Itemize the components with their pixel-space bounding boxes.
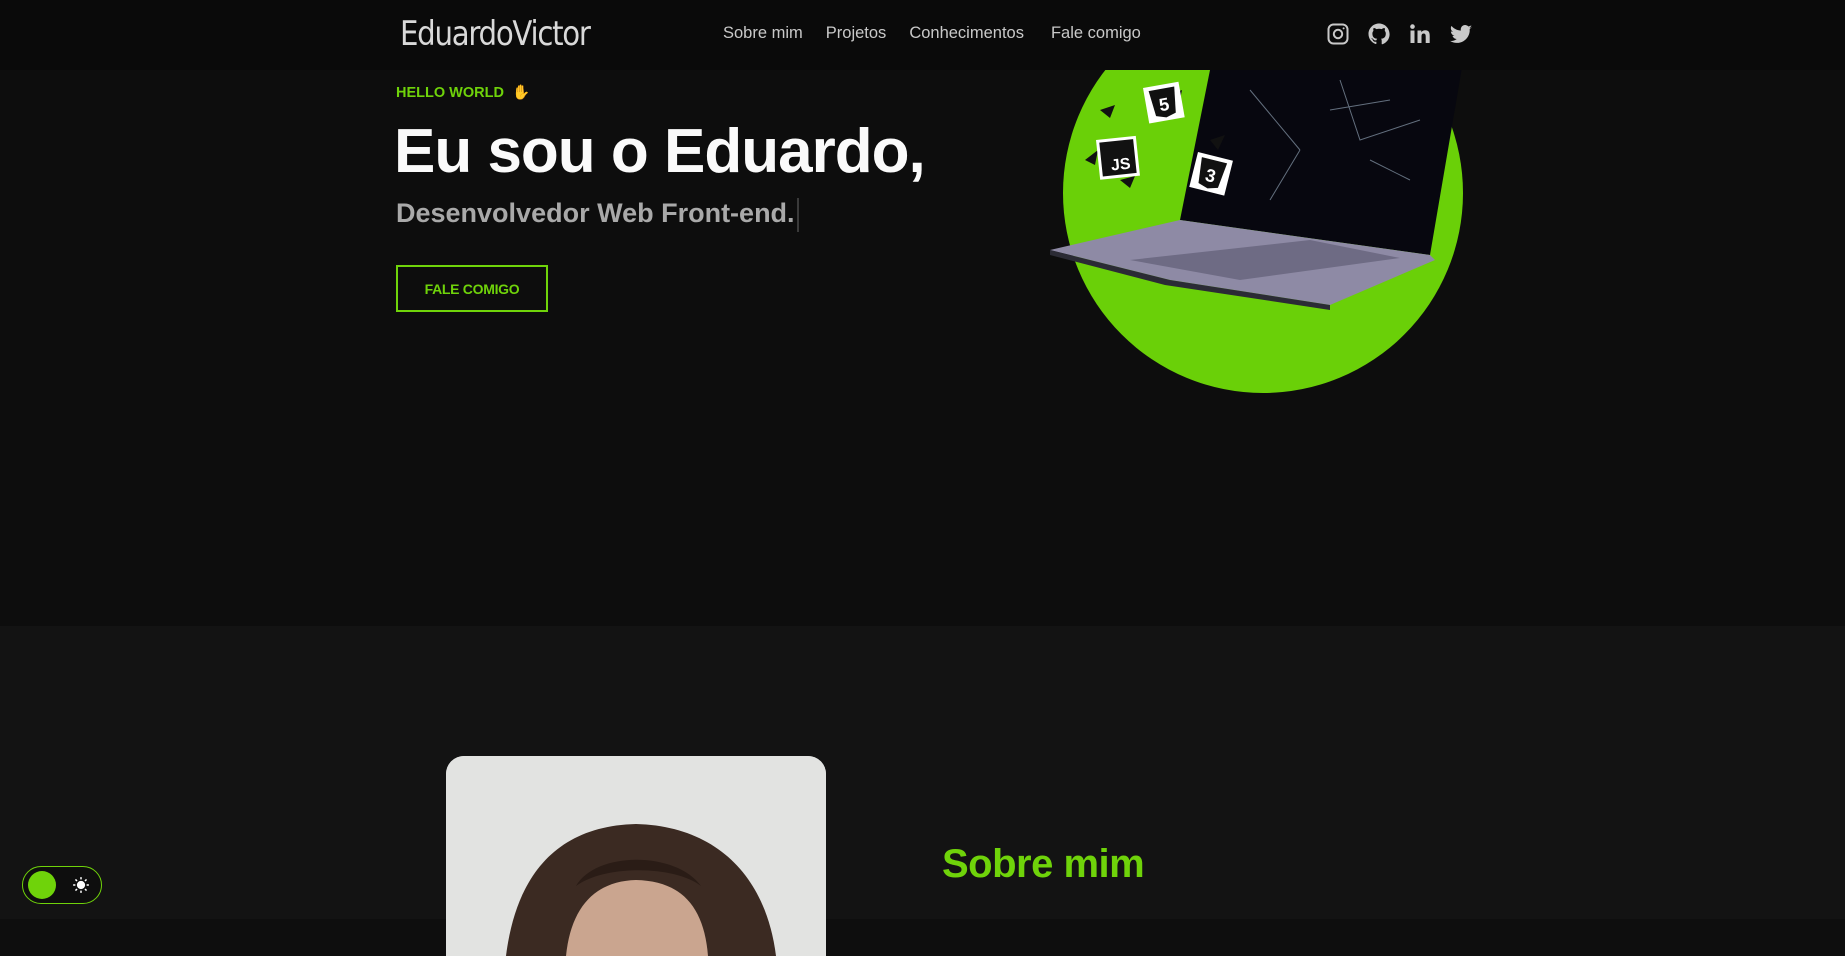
hand-emoji: ✋ xyxy=(511,85,531,101)
nav-link-projetos[interactable]: Projetos xyxy=(826,24,887,43)
contact-cta-button[interactable]: FALE COMIGO xyxy=(396,265,548,312)
javascript-badge: JS xyxy=(1096,135,1140,180)
html5-badge: 5 xyxy=(1143,81,1185,124)
toggle-knob xyxy=(28,871,56,899)
main-nav: Sobre mim Projetos Conhecimentos Fale co… xyxy=(723,24,1164,43)
github-icon[interactable] xyxy=(1367,22,1391,46)
hero-eyebrow: HELLO WORLD ✋ xyxy=(396,84,530,101)
hero-title: Eu sou o Eduardo, xyxy=(394,117,926,186)
typing-caret xyxy=(796,198,799,232)
site-logo[interactable]: EduardoVictor xyxy=(400,14,591,54)
svg-text:JS: JS xyxy=(1110,156,1132,175)
profile-photo xyxy=(446,756,826,956)
instagram-icon[interactable] xyxy=(1326,22,1350,46)
hero-section: HELLO WORLD ✋ Eu sou o Eduardo, Desenvol… xyxy=(0,0,1845,626)
hello-text: HELLO WORLD xyxy=(396,85,504,101)
linkedin-icon[interactable] xyxy=(1408,22,1432,46)
hero-subtitle-text: Desenvolvedor Web Front-end. xyxy=(396,198,795,229)
about-title: Sobre mim xyxy=(942,842,1145,886)
theme-toggle[interactable] xyxy=(22,866,102,904)
nav-link-sobre-mim[interactable]: Sobre mim xyxy=(723,24,803,43)
profile-photo-image xyxy=(446,756,826,956)
social-links xyxy=(1326,22,1473,46)
nav-link-conhecimentos[interactable]: Conhecimentos xyxy=(909,24,1024,43)
site-header: EduardoVictor Sobre mim Projetos Conheci… xyxy=(0,0,1845,70)
about-section: Sobre mim xyxy=(0,626,1845,956)
nav-link-fale-comigo[interactable]: Fale comigo xyxy=(1051,24,1141,43)
hero-subtitle: Desenvolvedor Web Front-end. xyxy=(396,198,799,232)
laptop-screen xyxy=(1180,50,1465,255)
sun-icon xyxy=(73,877,89,893)
twitter-icon[interactable] xyxy=(1449,22,1473,46)
